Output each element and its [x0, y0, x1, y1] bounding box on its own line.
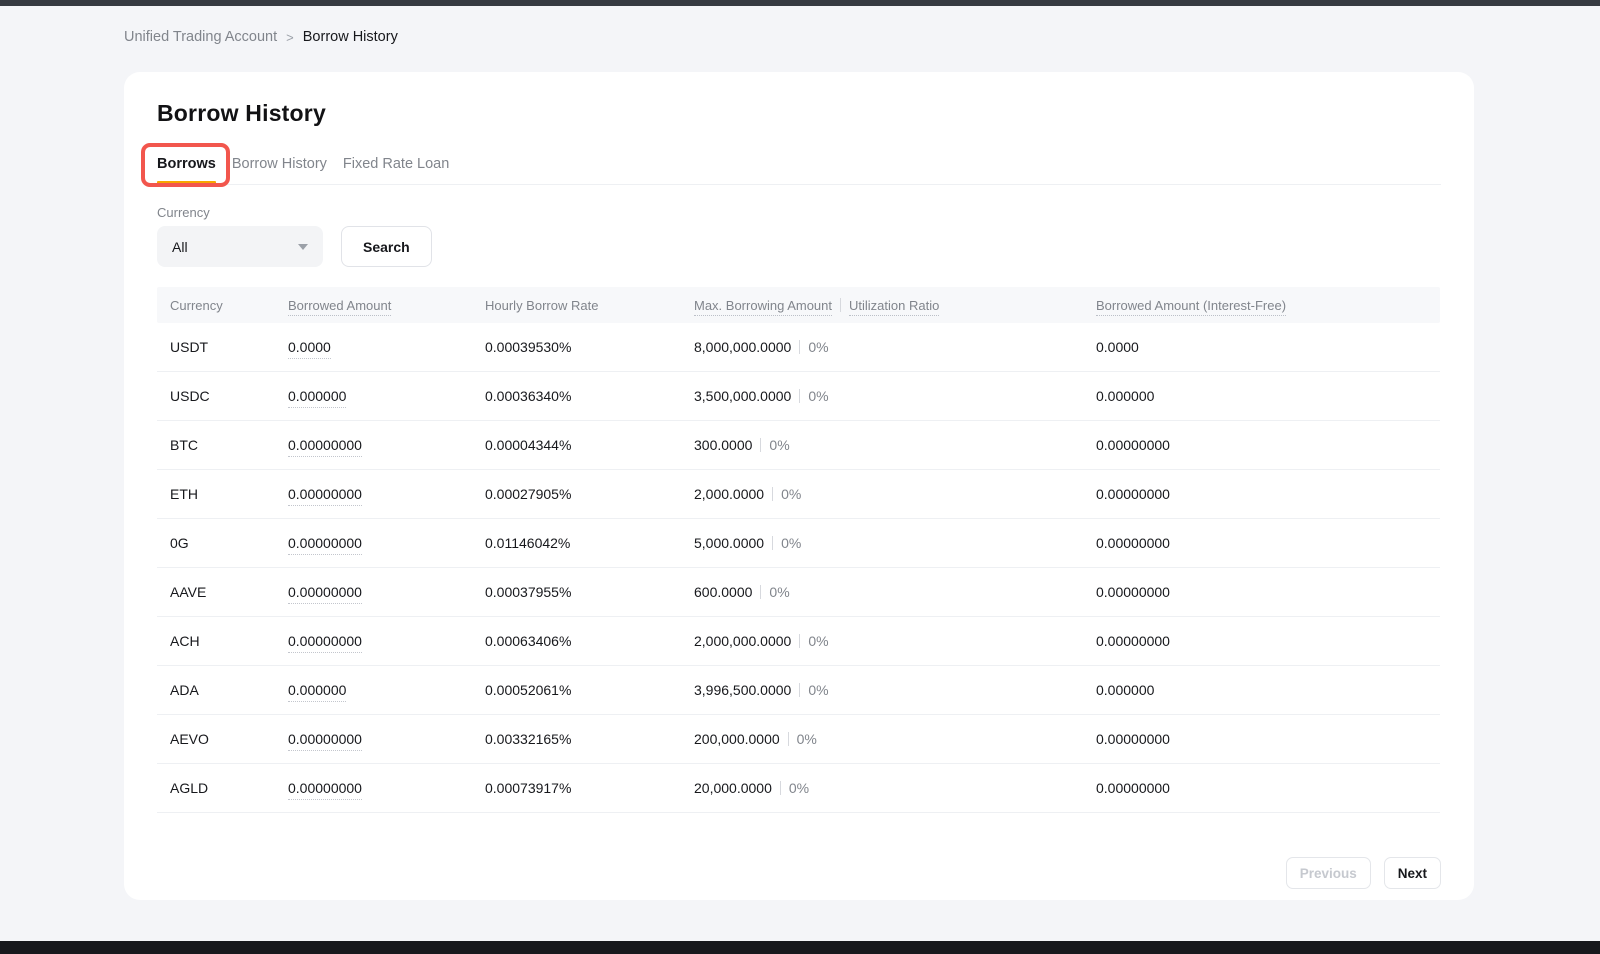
cell-borrowed-amount[interactable]: 0.00000000 — [288, 486, 485, 502]
breadcrumb: Unified Trading Account > Borrow History — [124, 29, 398, 45]
page-title: Borrow History — [157, 100, 1441, 127]
borrow-history-card: Borrow History Borrows Borrow History Fi… — [124, 72, 1474, 900]
borrows-table: Currency Borrowed Amount Hourly Borrow R… — [157, 287, 1440, 813]
cell-borrowed-interest-free: 0.00000000 — [1096, 437, 1440, 453]
breadcrumb-current: Borrow History — [303, 29, 398, 45]
tab-borrows-label: Borrows — [157, 156, 216, 172]
header-hourly-borrow-rate: Hourly Borrow Rate — [485, 298, 694, 313]
table-row[interactable]: BTC 0.00000000 0.00004344% 300.00000% 0.… — [157, 421, 1440, 470]
currency-dropdown[interactable]: All — [157, 226, 323, 267]
cell-currency: USDT — [170, 339, 288, 355]
tab-fixed-rate-loan[interactable]: Fixed Rate Loan — [343, 152, 449, 184]
cell-max-borrowing-utilization: 2,000,000.00000% — [694, 633, 1096, 649]
cell-borrowed-interest-free: 0.00000000 — [1096, 731, 1440, 747]
table-row[interactable]: USDT 0.0000 0.00039530% 8,000,000.00000%… — [157, 323, 1440, 372]
cell-max-borrowing-utilization: 3,500,000.00000% — [694, 388, 1096, 404]
cell-borrowed-amount[interactable]: 0.00000000 — [288, 584, 485, 600]
table-row[interactable]: AEVO 0.00000000 0.00332165% 200,000.0000… — [157, 715, 1440, 764]
tab-fixed-rate-loan-label: Fixed Rate Loan — [343, 156, 449, 172]
cell-borrowed-interest-free: 0.00000000 — [1096, 486, 1440, 502]
cell-borrowed-amount[interactable]: 0.000000 — [288, 682, 485, 698]
previous-page-button[interactable]: Previous — [1286, 857, 1371, 889]
cell-borrowed-amount[interactable]: 0.000000 — [288, 388, 485, 404]
header-max-borrowing-utilization[interactable]: Max. Borrowing AmountUtilization Ratio — [694, 298, 1096, 313]
cell-borrowed-interest-free: 0.0000 — [1096, 339, 1440, 355]
breadcrumb-separator-icon: > — [286, 30, 294, 45]
cell-currency: USDC — [170, 388, 288, 404]
tabs: Borrows Borrow History Fixed Rate Loan — [157, 152, 1441, 185]
table-row[interactable]: ADA 0.000000 0.00052061% 3,996,500.00000… — [157, 666, 1440, 715]
cell-hourly-borrow-rate: 0.00027905% — [485, 486, 694, 502]
window-bottom-bar — [0, 941, 1600, 954]
table-row[interactable]: ETH 0.00000000 0.00027905% 2,000.00000% … — [157, 470, 1440, 519]
filter-row: All Search — [157, 226, 1441, 267]
cell-borrowed-amount[interactable]: 0.00000000 — [288, 633, 485, 649]
cell-max-borrowing-utilization: 2,000.00000% — [694, 486, 1096, 502]
cell-max-borrowing-utilization: 8,000,000.00000% — [694, 339, 1096, 355]
cell-hourly-borrow-rate: 0.00036340% — [485, 388, 694, 404]
cell-currency: ACH — [170, 633, 288, 649]
header-currency: Currency — [170, 298, 288, 313]
search-button[interactable]: Search — [341, 226, 432, 267]
table-row[interactable]: USDC 0.000000 0.00036340% 3,500,000.0000… — [157, 372, 1440, 421]
cell-borrowed-interest-free: 0.000000 — [1096, 388, 1440, 404]
cell-hourly-borrow-rate: 0.00073917% — [485, 780, 694, 796]
cell-max-borrowing-utilization: 200,000.00000% — [694, 731, 1096, 747]
cell-max-borrowing-utilization: 5,000.00000% — [694, 535, 1096, 551]
active-tab-underline — [157, 181, 216, 184]
cell-currency: 0G — [170, 535, 288, 551]
cell-currency: BTC — [170, 437, 288, 453]
breadcrumb-parent-link[interactable]: Unified Trading Account — [124, 29, 277, 45]
table-row[interactable]: AAVE 0.00000000 0.00037955% 600.00000% 0… — [157, 568, 1440, 617]
cell-borrowed-amount[interactable]: 0.00000000 — [288, 780, 485, 796]
window-top-strip — [0, 0, 1600, 6]
table-row[interactable]: ACH 0.00000000 0.00063406% 2,000,000.000… — [157, 617, 1440, 666]
cell-borrowed-amount[interactable]: 0.00000000 — [288, 535, 485, 551]
currency-filter-label: Currency — [157, 205, 1441, 220]
cell-borrowed-amount[interactable]: 0.00000000 — [288, 437, 485, 453]
cell-hourly-borrow-rate: 0.00332165% — [485, 731, 694, 747]
header-borrowed-amount[interactable]: Borrowed Amount — [288, 298, 485, 313]
cell-currency: AEVO — [170, 731, 288, 747]
cell-hourly-borrow-rate: 0.00052061% — [485, 682, 694, 698]
cell-max-borrowing-utilization: 300.00000% — [694, 437, 1096, 453]
cell-borrowed-interest-free: 0.00000000 — [1096, 633, 1440, 649]
cell-currency: ADA — [170, 682, 288, 698]
cell-borrowed-amount[interactable]: 0.0000 — [288, 339, 485, 355]
cell-borrowed-interest-free: 0.000000 — [1096, 682, 1440, 698]
cell-max-borrowing-utilization: 600.00000% — [694, 584, 1096, 600]
table-body: USDT 0.0000 0.00039530% 8,000,000.00000%… — [157, 323, 1440, 813]
cell-hourly-borrow-rate: 0.00037955% — [485, 584, 694, 600]
cell-max-borrowing-utilization: 3,996,500.00000% — [694, 682, 1096, 698]
cell-borrowed-interest-free: 0.00000000 — [1096, 780, 1440, 796]
cell-max-borrowing-utilization: 20,000.00000% — [694, 780, 1096, 796]
cell-hourly-borrow-rate: 0.00039530% — [485, 339, 694, 355]
chevron-down-icon — [298, 244, 308, 250]
header-borrowed-interest-free[interactable]: Borrowed Amount (Interest-Free) — [1096, 298, 1440, 313]
tab-borrow-history-label: Borrow History — [232, 156, 327, 172]
cell-hourly-borrow-rate: 0.00004344% — [485, 437, 694, 453]
cell-hourly-borrow-rate: 0.00063406% — [485, 633, 694, 649]
cell-borrowed-interest-free: 0.00000000 — [1096, 535, 1440, 551]
cell-hourly-borrow-rate: 0.01146042% — [485, 535, 694, 551]
table-row[interactable]: AGLD 0.00000000 0.00073917% 20,000.00000… — [157, 764, 1440, 813]
table-header-row: Currency Borrowed Amount Hourly Borrow R… — [157, 287, 1440, 323]
cell-currency: ETH — [170, 486, 288, 502]
cell-borrowed-amount[interactable]: 0.00000000 — [288, 731, 485, 747]
cell-borrowed-interest-free: 0.00000000 — [1096, 584, 1440, 600]
tab-borrows[interactable]: Borrows — [157, 152, 216, 184]
tab-borrow-history[interactable]: Borrow History — [232, 152, 327, 184]
table-row[interactable]: 0G 0.00000000 0.01146042% 5,000.00000% 0… — [157, 519, 1440, 568]
pagination: Previous Next — [157, 857, 1441, 889]
cell-currency: AAVE — [170, 584, 288, 600]
next-page-button[interactable]: Next — [1384, 857, 1441, 889]
currency-dropdown-value: All — [172, 239, 188, 255]
cell-currency: AGLD — [170, 780, 288, 796]
